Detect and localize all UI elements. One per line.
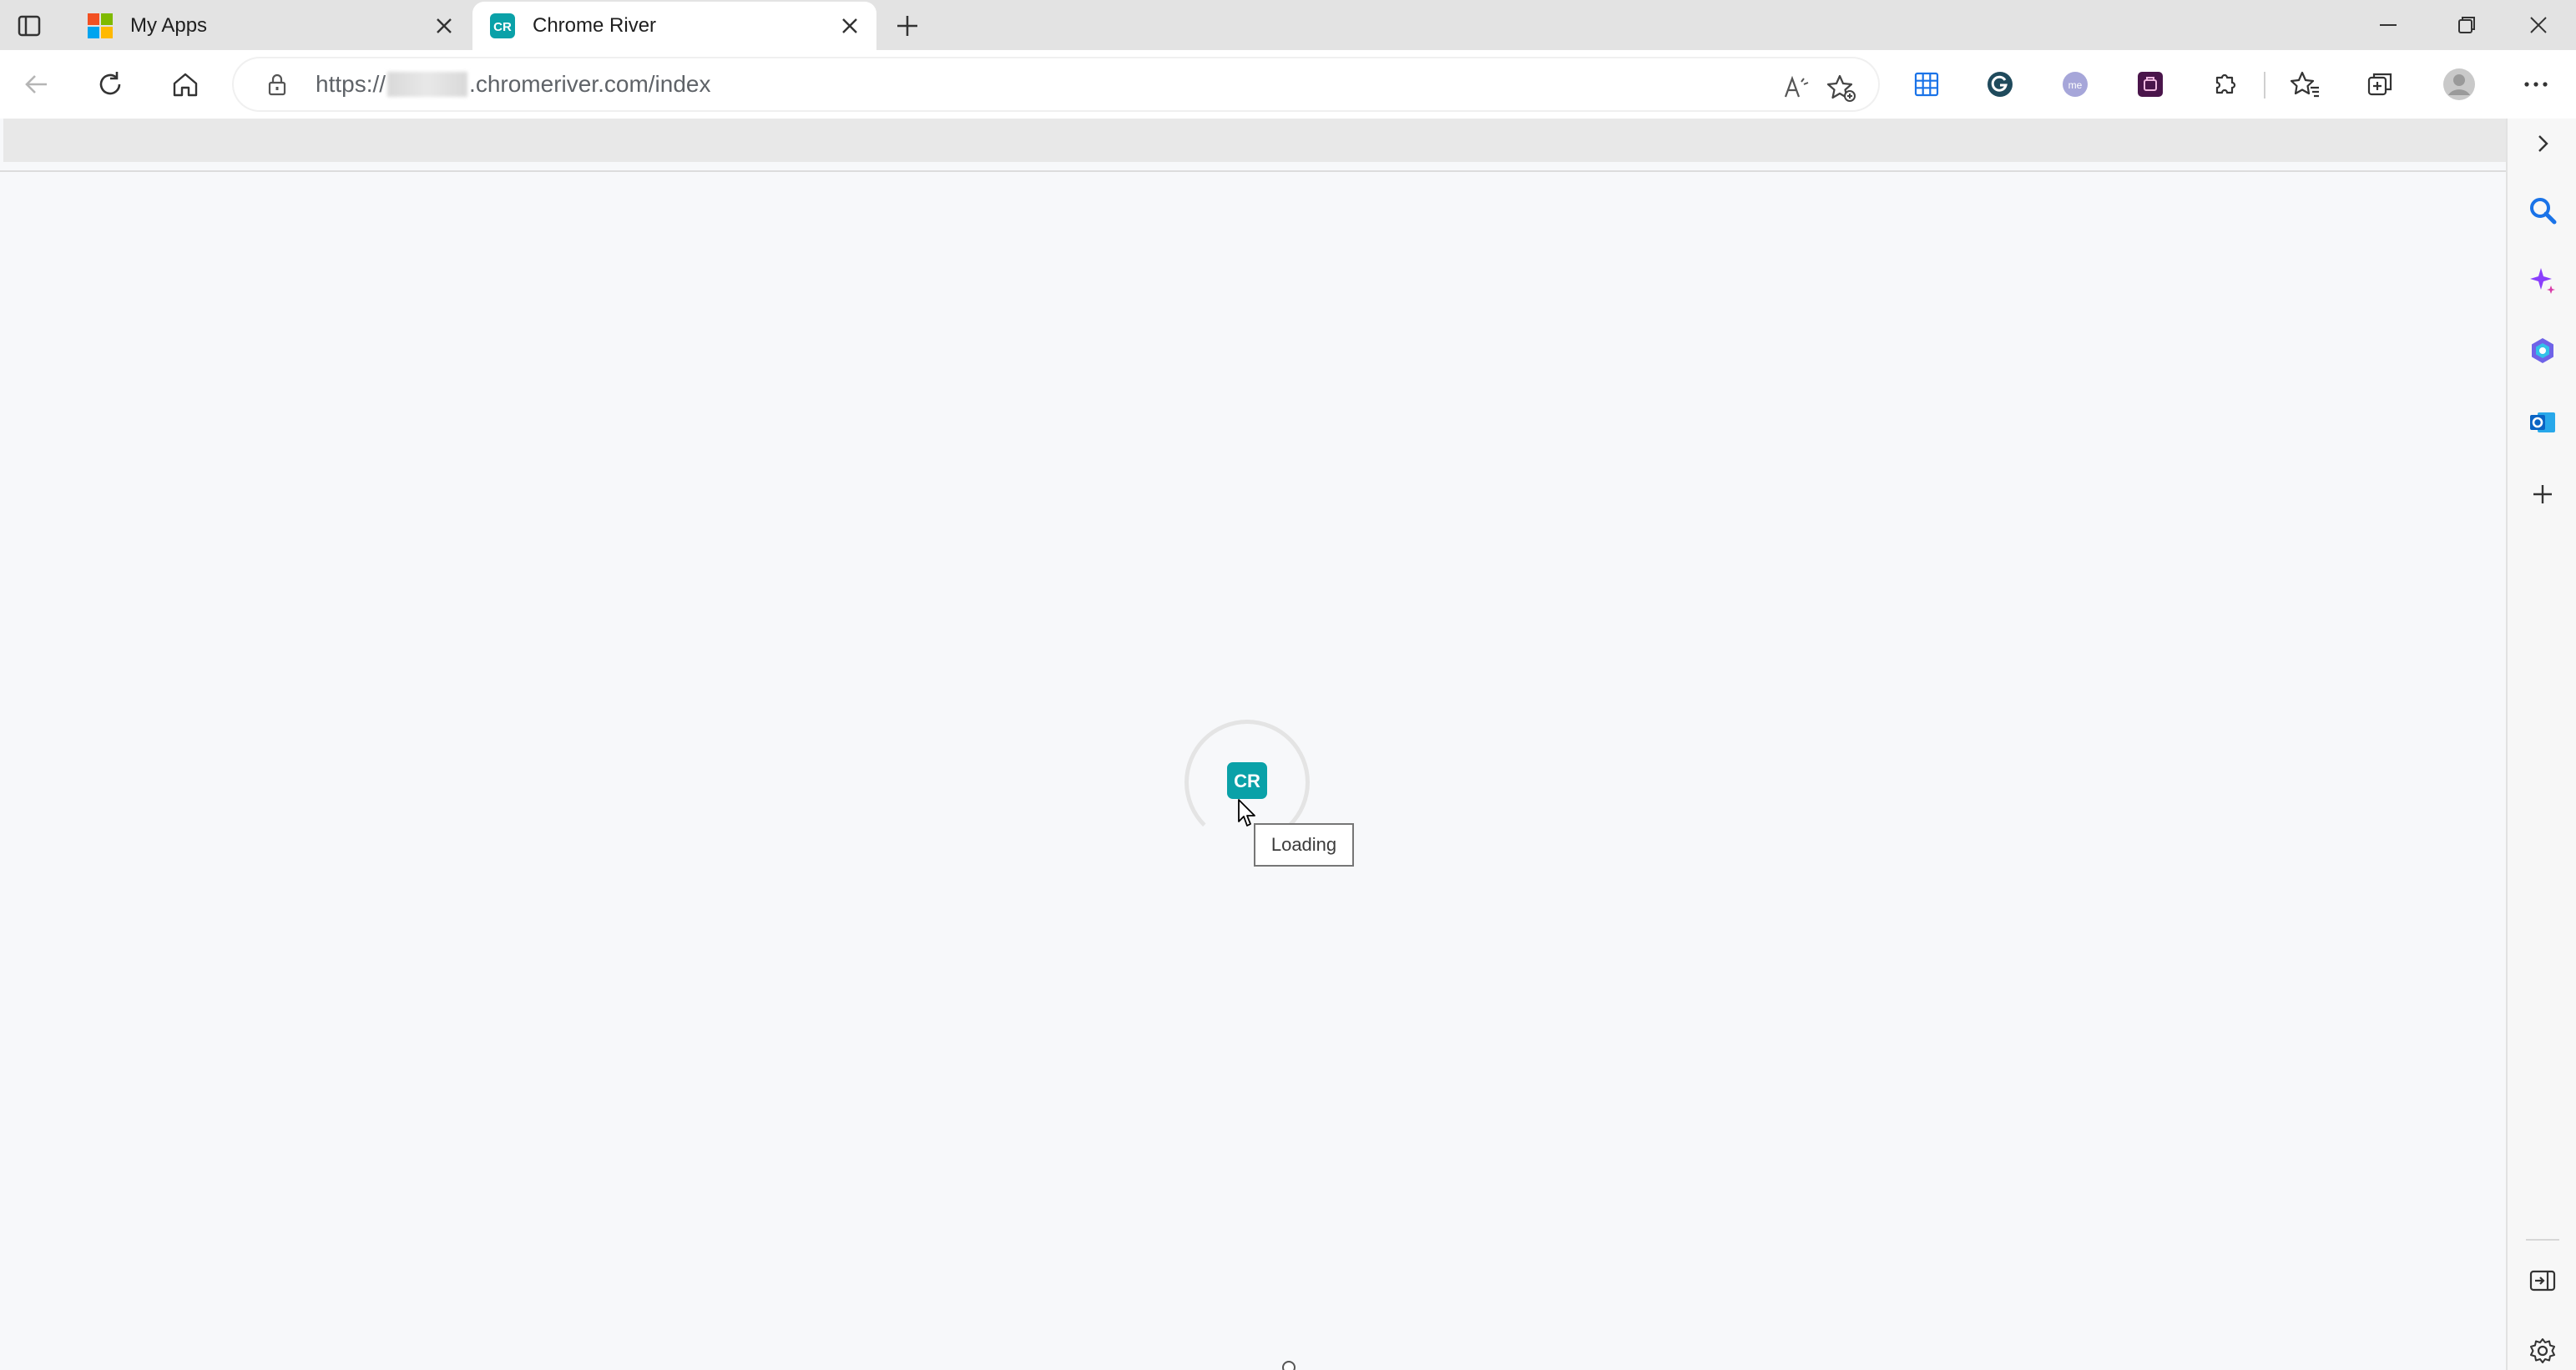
autoscroll-indicator — [1282, 1361, 1296, 1370]
add-icon — [2533, 485, 2552, 503]
new-tab-button[interactable] — [888, 7, 927, 45]
sidebar-outlook-button[interactable] — [2523, 402, 2563, 442]
refresh-button[interactable] — [90, 64, 130, 104]
close-icon — [437, 18, 452, 33]
purple-extension-icon — [2138, 72, 2163, 97]
search-icon — [2530, 198, 2557, 225]
svg-text:CR: CR — [493, 20, 512, 34]
add-favorite-button[interactable] — [1823, 69, 1860, 106]
sidebar-microsoft-365-button[interactable] — [2523, 331, 2563, 371]
tab-chrome-river[interactable]: CR Chrome River — [472, 2, 876, 50]
back-button[interactable] — [17, 64, 57, 104]
collections-button[interactable] — [2361, 64, 2401, 104]
browser-toolbar: https:// .chromeriver.com/index me — [0, 50, 2576, 119]
url-text: https:// .chromeriver.com/index — [316, 71, 710, 98]
sidebar-separator — [2526, 1239, 2559, 1241]
address-bar[interactable]: https:// .chromeriver.com/index — [234, 58, 1878, 110]
collections-icon — [2367, 73, 2392, 96]
extension-purple-button[interactable] — [2130, 64, 2170, 104]
read-aloud-icon — [1784, 75, 1809, 98]
logo-text: CR — [1234, 771, 1260, 791]
tab-actions-menu-button[interactable] — [10, 7, 48, 45]
more-icon — [2524, 82, 2548, 87]
sidebar-add-button[interactable] — [2523, 474, 2563, 514]
chrome-river-logo-icon: CR — [490, 13, 515, 38]
extension-me-button[interactable]: me — [2055, 64, 2095, 104]
sidebar-collapse-button[interactable] — [2523, 124, 2563, 164]
sidebar-search-button[interactable] — [2523, 190, 2563, 230]
refresh-icon — [99, 72, 121, 95]
chrome-river-logo-icon: CR — [1227, 762, 1267, 799]
copilot-icon — [2530, 268, 2555, 294]
extensions-icon — [2215, 73, 2236, 94]
favorites-bar — [3, 119, 2506, 162]
back-arrow-icon — [25, 75, 47, 94]
url-host: .chromeriver.com/index — [469, 71, 711, 97]
plus-icon — [897, 16, 917, 36]
tab-close-button[interactable] — [427, 9, 461, 43]
more-button[interactable] — [2516, 64, 2556, 104]
sidebar-copilot-button[interactable] — [2523, 260, 2563, 301]
edge-sidebar — [2506, 119, 2576, 1370]
close-icon — [842, 18, 857, 33]
apps-grid-icon — [1914, 72, 1939, 97]
close-window-button[interactable] — [2501, 3, 2576, 47]
grammarly-icon — [1988, 72, 2013, 97]
extension-apps-grid-button[interactable] — [1907, 64, 1947, 104]
loading-tooltip: Loading — [1254, 823, 1354, 867]
minimize-button[interactable] — [2351, 3, 2426, 47]
profile-button[interactable] — [2439, 64, 2479, 104]
sidebar-settings-button[interactable] — [2523, 1331, 2563, 1370]
tab-strip: My Apps CR Chrome River — [0, 0, 2576, 50]
tab-title: My Apps — [130, 14, 208, 37]
sidebar-hide-button[interactable] — [2523, 1261, 2563, 1301]
toolbar-separator — [2264, 72, 2265, 99]
favorites-button[interactable] — [2286, 64, 2326, 104]
chevron-right-icon — [2538, 135, 2548, 152]
url-redacted-subdomain — [387, 72, 468, 97]
gear-icon — [2530, 1338, 2555, 1363]
extension-grammar-button[interactable] — [1980, 64, 2020, 104]
lock-icon — [268, 73, 286, 96]
restore-icon — [2458, 17, 2475, 33]
tab-title: Chrome River — [533, 14, 657, 37]
favorites-icon — [2291, 71, 2319, 98]
site-info-button[interactable] — [262, 69, 292, 99]
extensions-button[interactable] — [2205, 64, 2245, 104]
me-extension-icon: me — [2063, 72, 2088, 97]
microsoft-logo-icon — [88, 13, 113, 38]
outlook-icon — [2530, 412, 2555, 432]
microsoft-365-icon — [2532, 338, 2553, 363]
profile-avatar-icon — [2443, 68, 2475, 100]
close-icon — [2530, 17, 2547, 33]
add-favorite-icon — [1826, 74, 1856, 102]
restore-button[interactable] — [2429, 3, 2504, 47]
home-button[interactable] — [165, 64, 205, 104]
home-icon — [173, 73, 198, 97]
tab-actions-icon — [18, 15, 41, 37]
read-aloud-button[interactable] — [1778, 69, 1815, 106]
svg-text:me: me — [2068, 79, 2083, 91]
tab-close-button[interactable] — [833, 9, 866, 43]
hide-sidebar-icon — [2529, 1270, 2556, 1292]
url-scheme: https:// — [316, 71, 386, 97]
tab-my-apps[interactable]: My Apps — [70, 2, 471, 50]
minimize-icon — [2380, 24, 2397, 26]
